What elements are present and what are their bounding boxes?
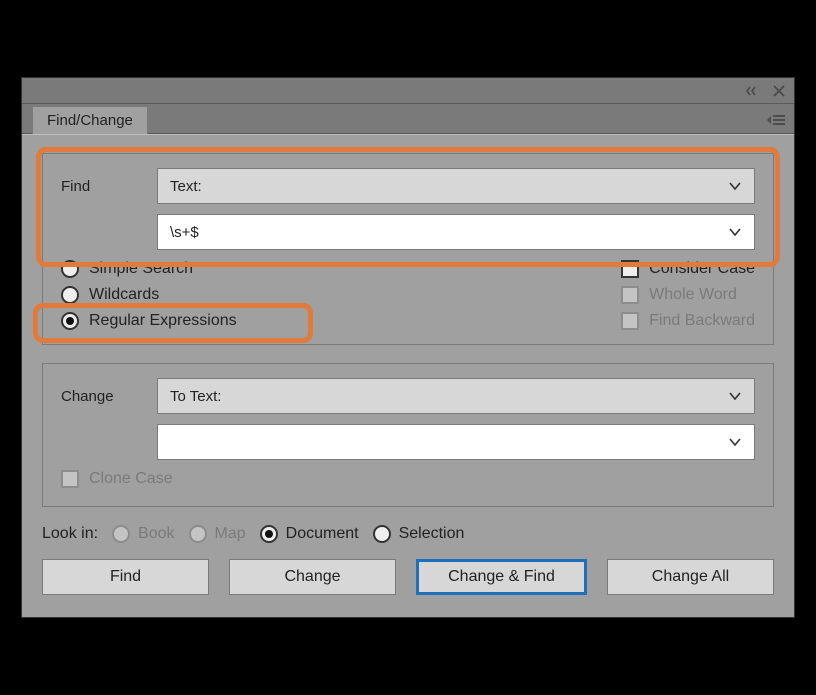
radio-label: Book — [138, 525, 174, 543]
radio-icon — [61, 286, 79, 304]
find-group: Find Text: \s+$ — [42, 153, 774, 345]
check-whole-word: Whole Word — [621, 286, 755, 304]
radio-label: Document — [286, 525, 359, 543]
radio-label: Regular Expressions — [89, 312, 237, 330]
find-type-dropdown[interactable]: Text: — [157, 168, 755, 204]
change-text-input[interactable] — [157, 424, 755, 460]
panel-titlebar — [22, 78, 794, 104]
radio-icon — [373, 525, 391, 543]
button-label: Change All — [652, 568, 729, 586]
radio-icon — [112, 525, 130, 543]
checkbox-icon — [621, 260, 639, 278]
check-consider-case[interactable]: Consider Case — [621, 260, 755, 278]
radio-label: Wildcards — [89, 286, 159, 304]
radio-icon — [260, 525, 278, 543]
chevron-down-icon — [728, 179, 742, 193]
button-label: Change — [284, 568, 340, 586]
check-label: Clone Case — [89, 470, 173, 488]
radio-look-in-selection[interactable]: Selection — [373, 525, 465, 543]
radio-icon — [61, 260, 79, 278]
find-text-value: \s+$ — [170, 224, 199, 241]
radio-icon — [61, 312, 79, 330]
radio-simple-search[interactable]: Simple Search — [61, 260, 237, 278]
check-label: Consider Case — [649, 260, 755, 278]
find-button[interactable]: Find — [42, 559, 209, 595]
radio-wildcards[interactable]: Wildcards — [61, 286, 237, 304]
panel-body: Find Text: \s+$ — [22, 134, 794, 617]
radio-label: Map — [215, 525, 246, 543]
button-label: Change & Find — [448, 568, 555, 586]
close-icon[interactable] — [772, 84, 786, 98]
tab-find-change[interactable]: Find/Change — [32, 106, 148, 134]
radio-regular-expressions[interactable]: Regular Expressions — [61, 312, 237, 330]
chevron-down-icon — [728, 389, 742, 403]
collapse-icon[interactable] — [744, 84, 758, 98]
button-row: Find Change Change & Find Change All — [42, 559, 774, 595]
find-text-input[interactable]: \s+$ — [157, 214, 755, 250]
change-label: Change — [61, 388, 143, 405]
look-in-row: Look in: Book Map Document Selection — [42, 525, 774, 543]
change-and-find-button[interactable]: Change & Find — [416, 559, 587, 595]
radio-look-in-book: Book — [112, 525, 174, 543]
change-all-button[interactable]: Change All — [607, 559, 774, 595]
tab-bar: Find/Change — [22, 104, 794, 134]
find-label: Find — [61, 178, 143, 195]
change-type-dropdown[interactable]: To Text: — [157, 378, 755, 414]
tab-label: Find/Change — [47, 112, 133, 129]
checkbox-icon — [621, 312, 639, 330]
checkbox-icon — [61, 470, 79, 488]
chevron-down-icon — [728, 435, 742, 449]
change-button[interactable]: Change — [229, 559, 396, 595]
find-change-panel: Find/Change Find Text: — [21, 77, 795, 618]
look-in-label: Look in: — [42, 525, 98, 543]
radio-label: Simple Search — [89, 260, 193, 278]
change-type-value: To Text: — [170, 388, 221, 405]
chevron-down-icon — [728, 225, 742, 239]
panel-menu-icon[interactable] — [766, 113, 786, 125]
checkbox-icon — [621, 286, 639, 304]
check-clone-case: Clone Case — [61, 470, 755, 488]
radio-icon — [189, 525, 207, 543]
radio-look-in-document[interactable]: Document — [260, 525, 359, 543]
change-group: Change To Text: Clone Case — [42, 363, 774, 507]
check-label: Whole Word — [649, 286, 737, 304]
find-type-value: Text: — [170, 178, 202, 195]
radio-look-in-map: Map — [189, 525, 246, 543]
check-label: Find Backward — [649, 312, 755, 330]
check-find-backward: Find Backward — [621, 312, 755, 330]
button-label: Find — [110, 568, 141, 586]
radio-label: Selection — [399, 525, 465, 543]
